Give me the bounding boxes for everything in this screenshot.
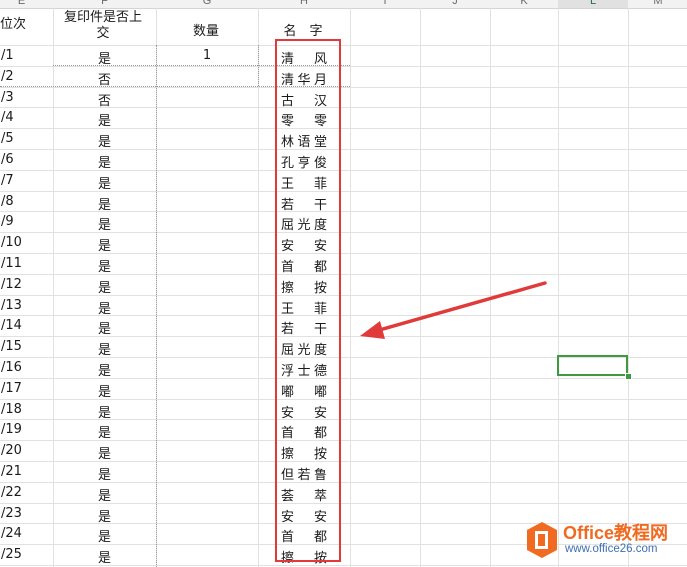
office-logo-icon <box>527 522 557 558</box>
spreadsheet: EFGHIJKLM 位次 复印件是否上 交 数量 名 字 /1 是 1 清 风/2 否清… <box>0 0 687 567</box>
watermark-url: www.office26.com <box>565 543 658 555</box>
watermark-title: Office教程网 <box>563 523 669 543</box>
selected-cell[interactable] <box>557 355 628 376</box>
watermark: Office教程网 www.office26.com <box>522 518 687 564</box>
annotation-arrow-icon <box>360 281 547 339</box>
fill-handle[interactable] <box>625 373 632 380</box>
